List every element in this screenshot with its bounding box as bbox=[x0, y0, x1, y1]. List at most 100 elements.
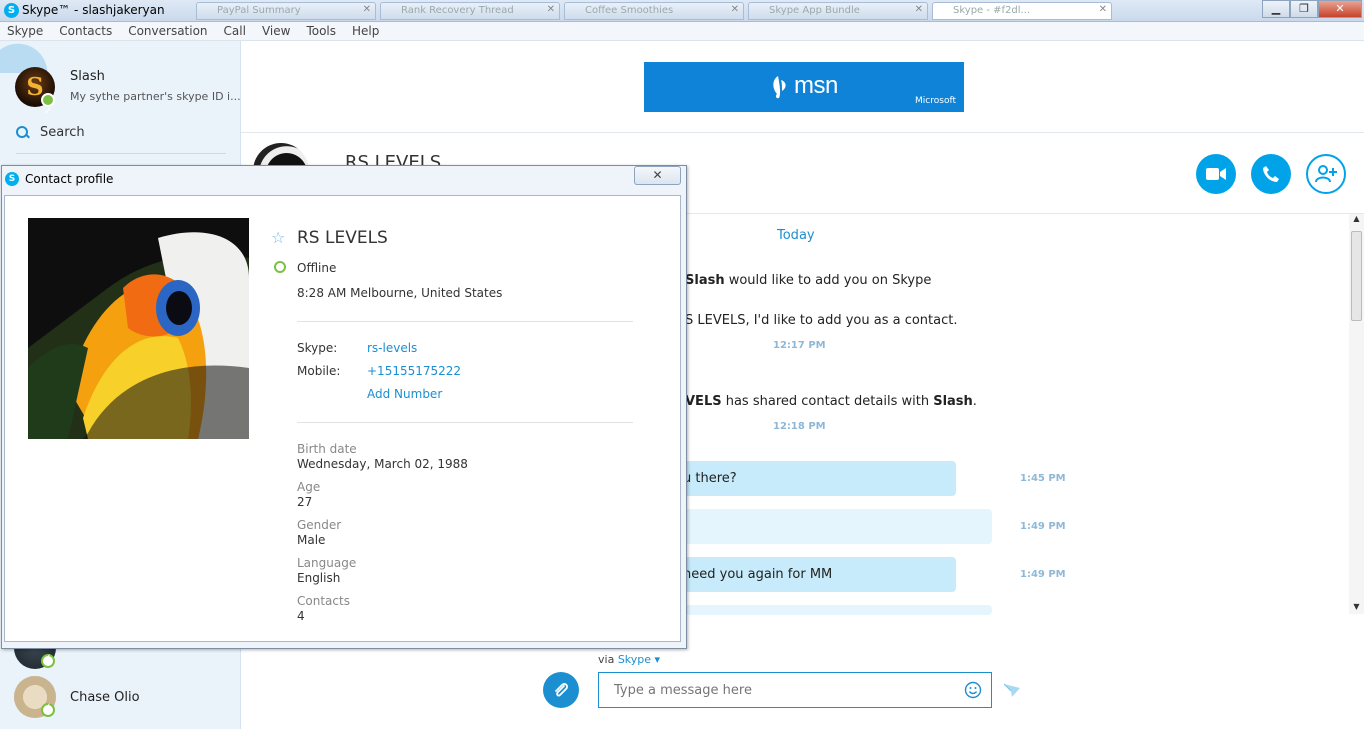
phone-icon bbox=[1263, 166, 1279, 182]
menu-call[interactable]: Call bbox=[224, 22, 246, 40]
msn-logo: msn bbox=[794, 72, 838, 99]
msn-butterfly-icon bbox=[773, 76, 786, 99]
search-button[interactable]: Search bbox=[16, 125, 85, 140]
tab-2[interactable]: Rank Recovery Thread ✕ bbox=[380, 2, 560, 20]
tab-label: Rank Recovery Thread bbox=[401, 5, 514, 16]
close-window-button[interactable]: ✕ bbox=[1318, 0, 1362, 18]
status-icon bbox=[41, 702, 55, 717]
my-name[interactable]: Slash bbox=[70, 69, 105, 84]
toucan-photo bbox=[28, 218, 249, 439]
presence-status: Offline bbox=[297, 261, 337, 275]
menu-view[interactable]: View bbox=[262, 22, 290, 40]
contact-item-chase-olio[interactable]: Chase Olio bbox=[14, 676, 140, 718]
close-icon[interactable]: ✕ bbox=[731, 4, 739, 15]
profile-divider bbox=[297, 321, 633, 322]
chevron-down-icon[interactable]: ▾ bbox=[655, 653, 661, 666]
menu-help[interactable]: Help bbox=[352, 22, 379, 40]
message-time: 12:17 PM bbox=[773, 340, 826, 351]
tab-4[interactable]: Skype App Bundle ✕ bbox=[748, 2, 928, 20]
video-camera-icon bbox=[1206, 168, 1226, 180]
add-number-link[interactable]: Add Number bbox=[367, 387, 442, 401]
menu-contacts[interactable]: Contacts bbox=[59, 22, 112, 40]
message-time: 1:49 PM bbox=[1020, 521, 1066, 532]
gender-value: Male bbox=[297, 533, 326, 547]
sidebar-divider bbox=[16, 153, 226, 154]
profile-photo bbox=[28, 218, 249, 439]
header-divider bbox=[241, 132, 1364, 133]
birth-date-value: Wednesday, March 02, 1988 bbox=[297, 457, 468, 471]
add-people-button[interactable] bbox=[1306, 154, 1346, 194]
profile-body: ☆ RS LEVELS Offline 8:28 AM Melbourne, U… bbox=[4, 195, 681, 642]
search-icon bbox=[16, 125, 30, 140]
message-time: 1:49 PM bbox=[1020, 569, 1066, 580]
online-status-icon bbox=[41, 92, 55, 132]
skype-logo-icon: S bbox=[5, 172, 19, 186]
menu-conversation[interactable]: Conversation bbox=[128, 22, 207, 40]
my-avatar[interactable]: S bbox=[15, 67, 55, 132]
message-time: 12:18 PM bbox=[773, 421, 826, 432]
message-text: would like to add you on Skype bbox=[724, 273, 932, 288]
tab-3[interactable]: Coffee Smoothies ✕ bbox=[564, 2, 744, 20]
local-time-location: 8:28 AM Melbourne, United States bbox=[297, 286, 503, 300]
sender-name: Slash bbox=[685, 273, 725, 288]
scroll-up-arrow-icon[interactable]: ▲ bbox=[1349, 214, 1364, 226]
sender-name: VELS bbox=[685, 394, 722, 409]
contact-profile-dialog: S Contact profile ✕ ☆ RS LEVELS Offline … bbox=[1, 165, 687, 649]
skype-label: Skype: bbox=[297, 341, 338, 355]
chat-scrollbar[interactable]: ▲ ▼ bbox=[1349, 214, 1364, 614]
close-icon[interactable]: ✕ bbox=[915, 4, 923, 15]
search-label: Search bbox=[40, 125, 85, 140]
msn-ad-banner[interactable]: msn Microsoft bbox=[644, 62, 964, 112]
scroll-down-arrow-icon[interactable]: ▼ bbox=[1349, 602, 1364, 614]
message-text: has shared contact details with bbox=[721, 394, 934, 409]
scroll-thumb[interactable] bbox=[1351, 231, 1362, 321]
via-prefix: via bbox=[598, 653, 615, 666]
language-value: English bbox=[297, 571, 341, 585]
video-call-button[interactable] bbox=[1196, 154, 1236, 194]
mobile-label: Mobile: bbox=[297, 364, 341, 378]
age-value: 27 bbox=[297, 495, 313, 509]
close-icon[interactable]: ✕ bbox=[363, 4, 371, 15]
profile-name: RS LEVELS bbox=[297, 228, 388, 248]
offline-status-icon bbox=[274, 261, 286, 273]
skype-id-link[interactable]: rs-levels bbox=[367, 341, 417, 355]
language-label: Language bbox=[297, 556, 357, 570]
attach-file-button[interactable] bbox=[543, 672, 579, 708]
mobile-number-link[interactable]: +15155175222 bbox=[367, 364, 461, 378]
close-icon[interactable]: ✕ bbox=[1099, 4, 1107, 15]
age-label: Age bbox=[297, 480, 321, 494]
tab-label: Coffee Smoothies bbox=[585, 5, 674, 16]
favorite-star-icon[interactable]: ☆ bbox=[271, 228, 285, 247]
browser-tabs: PayPal Summary ✕ Rank Recovery Thread ✕ Co… bbox=[196, 2, 1112, 20]
message-time: 1:45 PM bbox=[1020, 473, 1066, 484]
via-service-selector[interactable]: via Skype ▾ bbox=[598, 653, 660, 666]
microsoft-label: Microsoft bbox=[915, 96, 956, 106]
emoticon-icon[interactable] bbox=[964, 681, 982, 699]
tab-1[interactable]: PayPal Summary ✕ bbox=[196, 2, 376, 20]
window-titlebar: S Skype™ - slashjakeryan PayPal Summary ✕… bbox=[0, 0, 1364, 22]
via-service[interactable]: Skype bbox=[618, 653, 651, 666]
gender-label: Gender bbox=[297, 518, 342, 532]
minimize-button[interactable]: ▁ bbox=[1262, 0, 1290, 18]
system-message: Slash would like to add you on Skype bbox=[685, 273, 931, 288]
menu-tools[interactable]: Tools bbox=[306, 22, 336, 40]
close-icon[interactable]: ✕ bbox=[547, 4, 555, 15]
my-mood-message[interactable]: My sythe partner's skype ID i... bbox=[70, 90, 241, 103]
menu-skype[interactable]: Skype bbox=[7, 22, 43, 40]
contact-avatar bbox=[14, 676, 56, 718]
close-dialog-button[interactable]: ✕ bbox=[634, 166, 681, 185]
maximize-button[interactable]: ❐ bbox=[1290, 0, 1318, 18]
birth-date-label: Birth date bbox=[297, 442, 357, 456]
tab-5[interactable]: Skype - #f2dl... ✕ bbox=[932, 2, 1112, 20]
menu-bar: Skype Contacts Conversation Call View To… bbox=[0, 22, 1364, 41]
audio-call-button[interactable] bbox=[1251, 154, 1291, 194]
contacts-value: 4 bbox=[297, 609, 305, 623]
tab-label: PayPal Summary bbox=[217, 5, 301, 16]
dialog-title: Contact profile bbox=[25, 172, 114, 186]
day-separator: Today bbox=[777, 228, 815, 243]
message-input[interactable] bbox=[598, 672, 992, 708]
send-icon[interactable] bbox=[1003, 682, 1021, 698]
add-contact-icon bbox=[1315, 165, 1337, 183]
recipient-name: Slash bbox=[933, 394, 973, 409]
contacts-label: Contacts bbox=[297, 594, 350, 608]
